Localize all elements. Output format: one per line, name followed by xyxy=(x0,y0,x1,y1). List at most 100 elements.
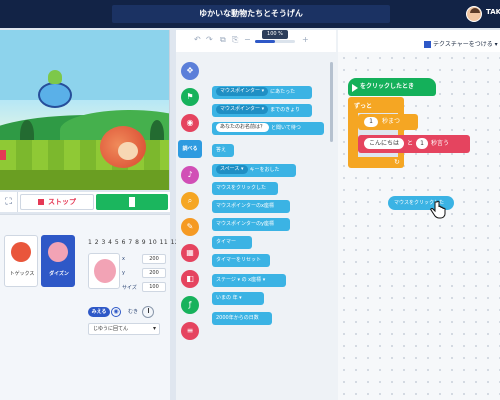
block-label: までのきょり xyxy=(270,107,300,113)
size-input[interactable]: 100 xyxy=(142,282,166,292)
copy-icon[interactable]: ⧉ xyxy=(220,35,226,45)
undo-icon[interactable]: ↶ xyxy=(194,35,201,44)
say-text-input[interactable]: こんにちは xyxy=(364,138,405,149)
project-title[interactable]: ゆかいな動物たちとそうげん xyxy=(112,5,390,23)
forever-label: ずっと xyxy=(354,103,373,110)
palette-block[interactable]: ステージ ▾ の x座標 ▾ xyxy=(212,274,286,287)
sensing-icon[interactable]: 調べる xyxy=(178,140,202,158)
flag-icon[interactable]: ⚑ xyxy=(181,88,199,106)
stage-ground xyxy=(0,170,169,190)
palette-block[interactable]: 2000年からの日数 xyxy=(212,312,272,325)
looks-icon[interactable]: ◉ xyxy=(181,114,199,132)
run-icon xyxy=(129,197,135,207)
pen-icon[interactable]: ✎ xyxy=(181,218,199,236)
say-seconds-input[interactable]: 1 xyxy=(416,138,429,149)
costume-numbers[interactable]: 1 2 3 4 5 6 7 8 9 10 11 12 xyxy=(88,239,179,246)
search-icon[interactable]: ⌕ xyxy=(181,192,199,210)
hat-label: をクリックしたとき xyxy=(360,83,415,90)
fullscreen-button[interactable]: ⛶ xyxy=(0,192,18,212)
when-clicked-block[interactable]: をクリックしたとき xyxy=(348,78,436,96)
stage-controls: ⛶ ストップ xyxy=(0,192,170,212)
music-icon[interactable]: ♪ xyxy=(181,166,199,184)
palette-block[interactable]: マウスをクリックした xyxy=(212,182,278,195)
user-name[interactable]: TAKA xyxy=(486,8,500,16)
palette-block[interactable]: マウスポインターのy座標 xyxy=(212,218,290,231)
palette-block[interactable]: タイマーをリセット xyxy=(212,254,270,267)
sprite-list: トゲックス ダイズン xyxy=(0,235,80,295)
block-label: いまの 年 ▾ xyxy=(216,295,242,301)
direction-label: むき xyxy=(128,309,139,315)
zoom-out-icon[interactable]: − xyxy=(244,35,251,44)
block-label: マウスポインターのy座標 xyxy=(216,221,274,227)
wait-block[interactable]: 1 秒まつ xyxy=(358,114,418,130)
say-block[interactable]: こんにちはと 1 秒言う xyxy=(358,135,470,153)
calc-icon[interactable]: ▦ xyxy=(181,244,199,262)
list-icon[interactable]: ≡ xyxy=(181,322,199,340)
checkbox-icon xyxy=(424,41,431,48)
run-button[interactable] xyxy=(96,194,168,210)
palette-block[interactable]: いまの 年 ▾ xyxy=(212,292,264,305)
block-label: キーをおした xyxy=(249,167,280,173)
size-field: サイズ 100 xyxy=(122,281,168,293)
block-label: ステージ ▾ の x座標 ▾ xyxy=(216,277,266,283)
direction-dial[interactable] xyxy=(142,306,154,318)
sprite-label: ダイズン xyxy=(49,271,69,277)
stop-button[interactable]: ストップ xyxy=(20,194,94,210)
variable-icon[interactable]: ◧ xyxy=(181,270,199,288)
sprite-label: トゲックス xyxy=(9,271,35,277)
stage[interactable] xyxy=(0,30,170,190)
palette-block[interactable]: マウスポインター ▾ までのきょり xyxy=(212,104,312,117)
zoom-tooltip: 100 % xyxy=(262,30,288,39)
zoom-slider[interactable] xyxy=(255,40,295,43)
sprite-properties: 1 2 3 4 5 6 7 8 9 10 11 12 x 200 y 200 サイズ… xyxy=(88,239,179,359)
palette-block[interactable]: 答え xyxy=(212,144,234,157)
block-label: 2000年からの日数 xyxy=(216,315,259,321)
stage-marker xyxy=(0,150,6,160)
robot-sprite[interactable] xyxy=(38,70,72,108)
block-label: マウスポインターのx座標 xyxy=(216,203,274,209)
zoom-in-icon[interactable]: + xyxy=(302,35,309,44)
avatar[interactable] xyxy=(466,6,482,22)
stop-icon xyxy=(38,199,44,205)
palette-block[interactable]: タイマー xyxy=(212,236,252,249)
palette-block[interactable]: マウスポインターのx座標 xyxy=(212,200,290,213)
paste-icon[interactable]: ⎘ xyxy=(232,35,238,45)
texture-toggle[interactable]: テクスチャーをつける ▾ xyxy=(424,39,498,48)
visible-toggle[interactable]: みえる xyxy=(88,307,110,317)
palette-block[interactable]: あなたのお名前は？ と聞いて待つ xyxy=(212,122,324,135)
texture-label: テクスチャーをつける xyxy=(433,41,493,48)
block-dropdown[interactable]: マウスポインター ▾ xyxy=(216,87,269,96)
palette-block[interactable]: スペース ▾ キーをおした xyxy=(212,164,296,177)
sprite-preview-image xyxy=(94,259,116,283)
block-dropdown[interactable]: マウスポインター ▾ xyxy=(216,105,269,114)
x-label: x xyxy=(122,256,125,262)
wait-input[interactable]: 1 xyxy=(364,116,378,127)
stop-label: ストップ xyxy=(48,198,76,206)
y-input[interactable]: 200 xyxy=(142,268,166,278)
position-fields: x 200 y 200 サイズ 100 xyxy=(122,253,168,295)
say-label: 秒言う xyxy=(431,140,450,147)
hedgehog-sprite[interactable] xyxy=(100,126,146,168)
wait-label: 秒まつ xyxy=(382,118,401,125)
sprite-tile-selected[interactable]: ダイズン xyxy=(41,235,75,287)
move-icon[interactable]: ✥ xyxy=(181,62,199,80)
fullscreen-icon: ⛶ xyxy=(5,197,12,207)
block-label: タイマーをリセット xyxy=(216,257,262,263)
loop-icon: ↻ xyxy=(394,158,400,166)
sprite-tile[interactable]: トゲックス xyxy=(4,235,38,287)
palette-block[interactable]: マウスポインター ▾ にあたった xyxy=(212,86,312,99)
eye-icon[interactable]: ◉ xyxy=(111,307,121,317)
zoom-slider-fill xyxy=(255,40,275,43)
block-dropdown[interactable]: あなたのお名前は？ xyxy=(216,123,270,132)
redo-icon[interactable]: ↷ xyxy=(206,35,213,44)
rotation-style-select[interactable]: じゆうに回てん xyxy=(88,323,160,335)
palette-scrollbar[interactable] xyxy=(330,62,333,142)
x-field: x 200 xyxy=(122,253,168,265)
x-input[interactable]: 200 xyxy=(142,254,166,264)
sprite-preview xyxy=(88,253,120,289)
block-label: にあたった xyxy=(270,89,296,95)
function-icon[interactable]: ƒ xyxy=(181,296,199,314)
block-dropdown[interactable]: スペース ▾ xyxy=(216,165,248,174)
block-label: タイマー xyxy=(216,239,237,245)
y-label: y xyxy=(122,270,125,276)
